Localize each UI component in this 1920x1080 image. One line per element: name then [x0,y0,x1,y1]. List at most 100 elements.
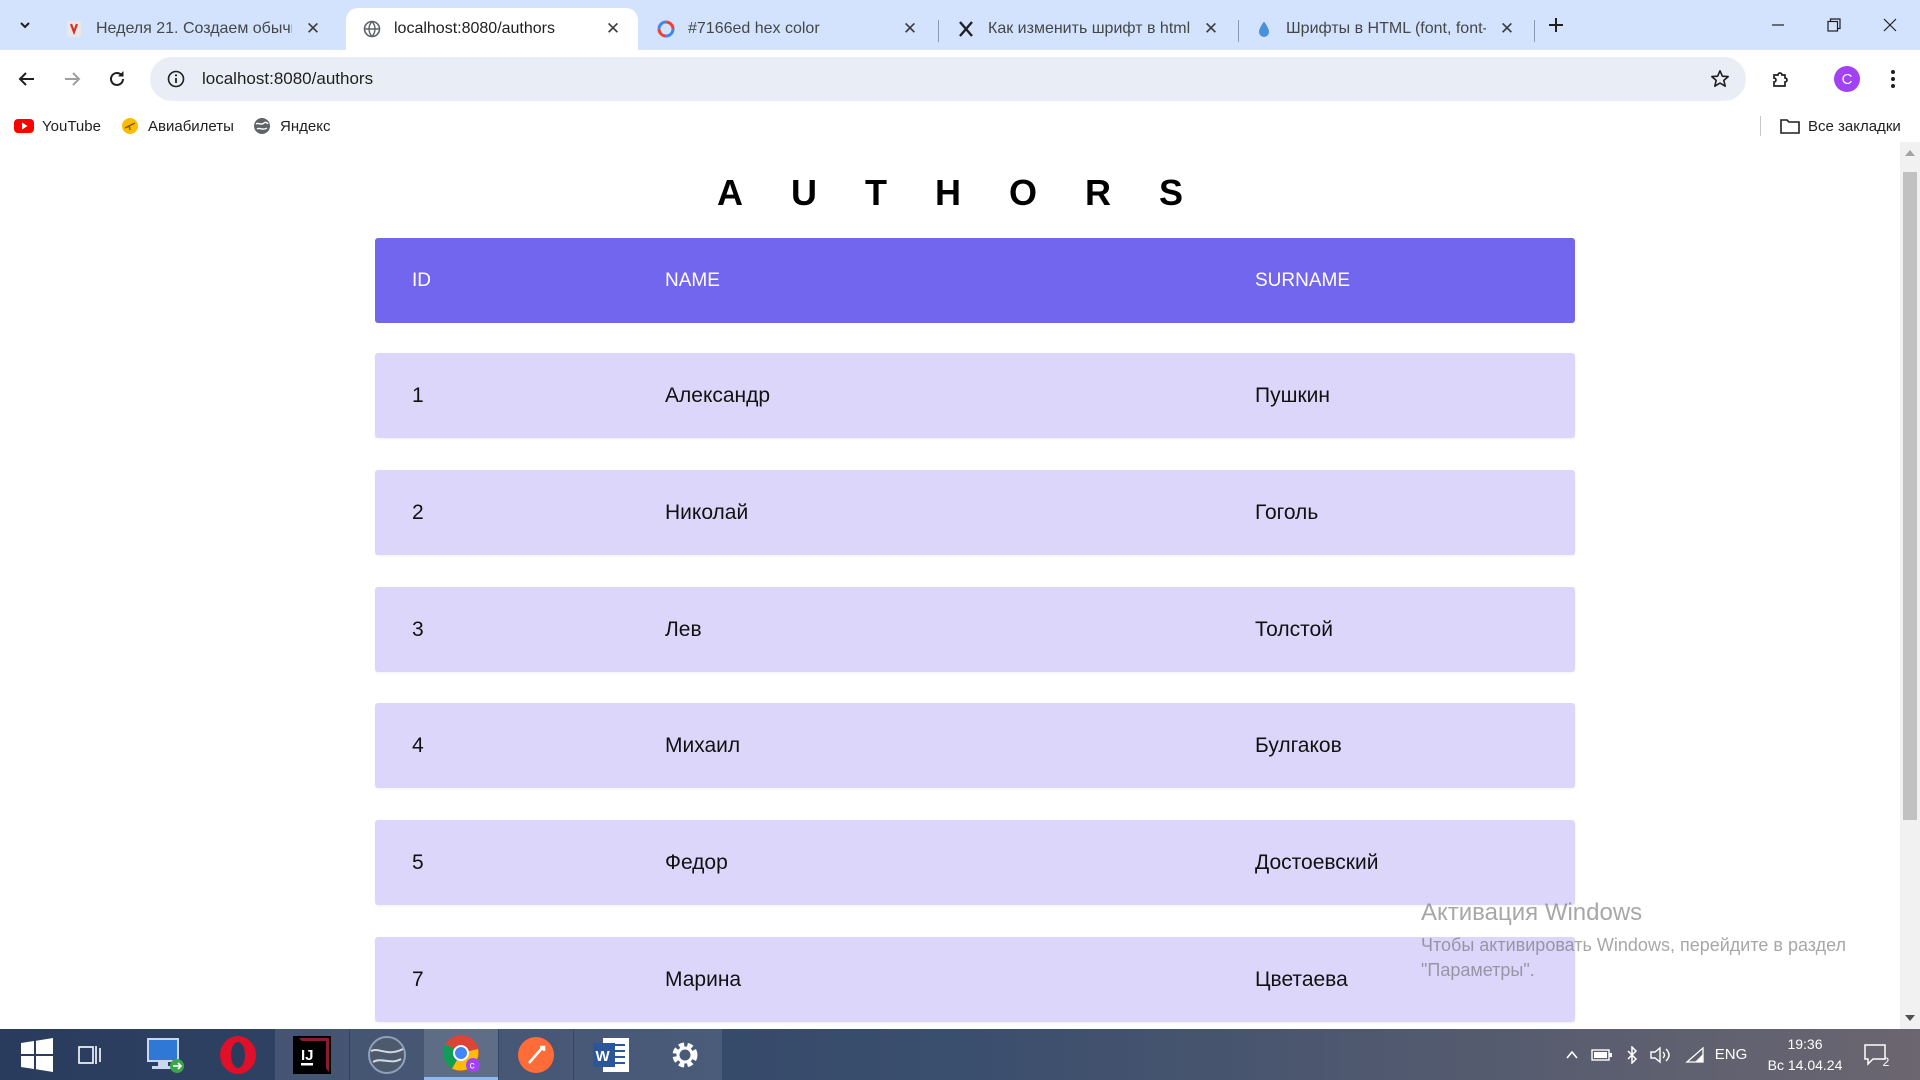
close-icon[interactable]: ✕ [1496,18,1518,40]
action-center-button[interactable]: 2 [1856,1029,1896,1080]
network-globe-icon [368,1035,406,1074]
cell-name: Михаил [665,733,741,757]
tab-search-button[interactable] [10,11,40,39]
close-window-button[interactable] [1862,0,1918,50]
vertical-scrollbar[interactable] [1900,142,1920,1029]
bookmark-yandex[interactable]: Яндекс [252,115,330,137]
drop-icon [1254,19,1274,39]
browser-toolbar: localhost:8080/authors C [0,50,1920,108]
activation-heading: Активация Windows [1421,899,1643,926]
cell-name: Лев [665,617,702,641]
taskbar-opera[interactable] [201,1029,275,1080]
tab-separator [938,20,939,42]
reload-icon [110,71,124,86]
globe-icon [252,116,272,136]
tab-hex-color[interactable]: #7166ed hex color ✕ [640,8,935,50]
bookmark-youtube[interactable]: YouTube [14,115,101,137]
bluetooth-tray[interactable] [1622,1029,1642,1080]
battery-icon [1591,1048,1612,1061]
back-button[interactable] [10,62,44,96]
battery-tray[interactable] [1590,1029,1614,1080]
table-row: 5 Федор Достоевский [375,820,1575,905]
taskbar-remote-desktop[interactable] [128,1029,202,1080]
forward-button[interactable] [55,62,89,96]
cell-name: Николай [665,500,749,524]
network-tray[interactable] [1682,1029,1708,1080]
svg-text:W: W [596,1048,611,1065]
taskbar-clock[interactable]: 19:36 Вс 14.04.24 [1750,1034,1860,1076]
reload-button[interactable] [100,62,134,96]
color-wheel-icon [656,19,676,39]
puzzle-icon [1773,72,1788,87]
info-icon [167,70,185,88]
cell-name: Марина [665,967,742,991]
taskbar-word[interactable]: W [574,1029,648,1080]
bookmark-label: YouTube [42,117,101,135]
close-icon[interactable]: ✕ [1200,18,1222,40]
site-info-button[interactable] [154,57,198,101]
restore-icon [1827,18,1841,32]
svg-text:IJ: IJ [301,1047,314,1064]
table-row: 3 Лев Толстой [375,587,1575,672]
tab-fonts-html[interactable]: Шрифты в HTML (font, font-fa ✕ [1238,8,1532,50]
column-header-name: NAME [665,269,720,291]
all-bookmarks-button[interactable]: Все закладки [1780,115,1901,137]
all-bookmarks-label: Все закладки [1808,117,1901,135]
close-icon[interactable]: ✕ [602,18,624,40]
show-hidden-icons-button[interactable] [1562,1029,1582,1080]
scrollbar-thumb[interactable] [1903,172,1917,820]
x-logo-icon [956,19,976,39]
table-row: 7 Марина Цветаева [375,937,1575,1022]
taskbar-chrome[interactable]: c [424,1029,498,1080]
tab-title: localhost:8080/authors [394,20,555,37]
table-row: 2 Николай Гоголь [375,470,1575,555]
tab-nedelya[interactable]: Неделя 21. Создаем обычные ✕ [48,8,338,50]
new-tab-button[interactable] [1542,11,1570,39]
scroll-up-icon[interactable] [1905,150,1915,156]
scroll-down-icon[interactable] [1905,1015,1915,1021]
tab-title: Как изменить шрифт в html - [988,20,1190,37]
cell-id: 4 [412,733,424,757]
restore-button[interactable] [1806,0,1862,50]
tab-localhost-authors[interactable]: localhost:8080/authors ✕ [346,8,638,50]
volume-tray[interactable] [1648,1029,1674,1080]
close-icon[interactable]: ✕ [302,18,324,40]
tab-change-font[interactable]: Как изменить шрифт в html - ✕ [940,8,1236,50]
settings-gear-icon [672,1042,698,1067]
cell-id: 2 [412,500,424,524]
tab-title: #7166ed hex color [688,20,820,37]
taskbar-network-app[interactable] [350,1029,424,1080]
taskbar-postman[interactable] [499,1029,573,1080]
menu-button[interactable] [1876,62,1910,96]
more-vert-icon [1891,70,1895,88]
remote-desktop-icon [147,1037,184,1073]
cell-surname: Булгаков [1255,733,1342,757]
taskbar-settings[interactable] [648,1029,722,1080]
bluetooth-icon [1627,1045,1638,1064]
cell-surname: Пушкин [1255,383,1330,407]
youtube-icon [14,116,34,136]
minimize-button[interactable] [1750,0,1806,50]
wifi-icon [1685,1046,1704,1063]
taskbar-intellij[interactable]: IJ [275,1029,349,1080]
address-bar[interactable]: localhost:8080/authors [150,57,1746,101]
activation-line-1: Чтобы активировать Windows, перейдите в … [1421,935,1847,955]
clock-time: 19:36 [1787,1036,1823,1052]
globe-icon [362,19,382,39]
url-text[interactable]: localhost:8080/authors [202,69,373,89]
close-icon[interactable]: ✕ [899,18,921,40]
opera-icon [220,1035,256,1074]
folder-icon [1780,116,1800,136]
profile-button[interactable]: C [1830,62,1864,96]
cell-id: 5 [412,850,424,874]
column-header-surname: SURNAME [1255,269,1351,291]
table-row: 4 Михаил Булгаков [375,703,1575,788]
activation-line-2: "Параметры". [1421,960,1535,980]
extensions-button[interactable] [1764,62,1798,96]
cell-surname: Гоголь [1255,500,1319,524]
bookmark-star-button[interactable] [1708,67,1732,91]
language-indicator[interactable]: ENG [1712,1029,1750,1080]
task-view-button[interactable] [53,1029,127,1080]
cell-name: Федор [665,850,728,874]
bookmark-aviabilety[interactable]: Авиабилеты [120,115,234,137]
